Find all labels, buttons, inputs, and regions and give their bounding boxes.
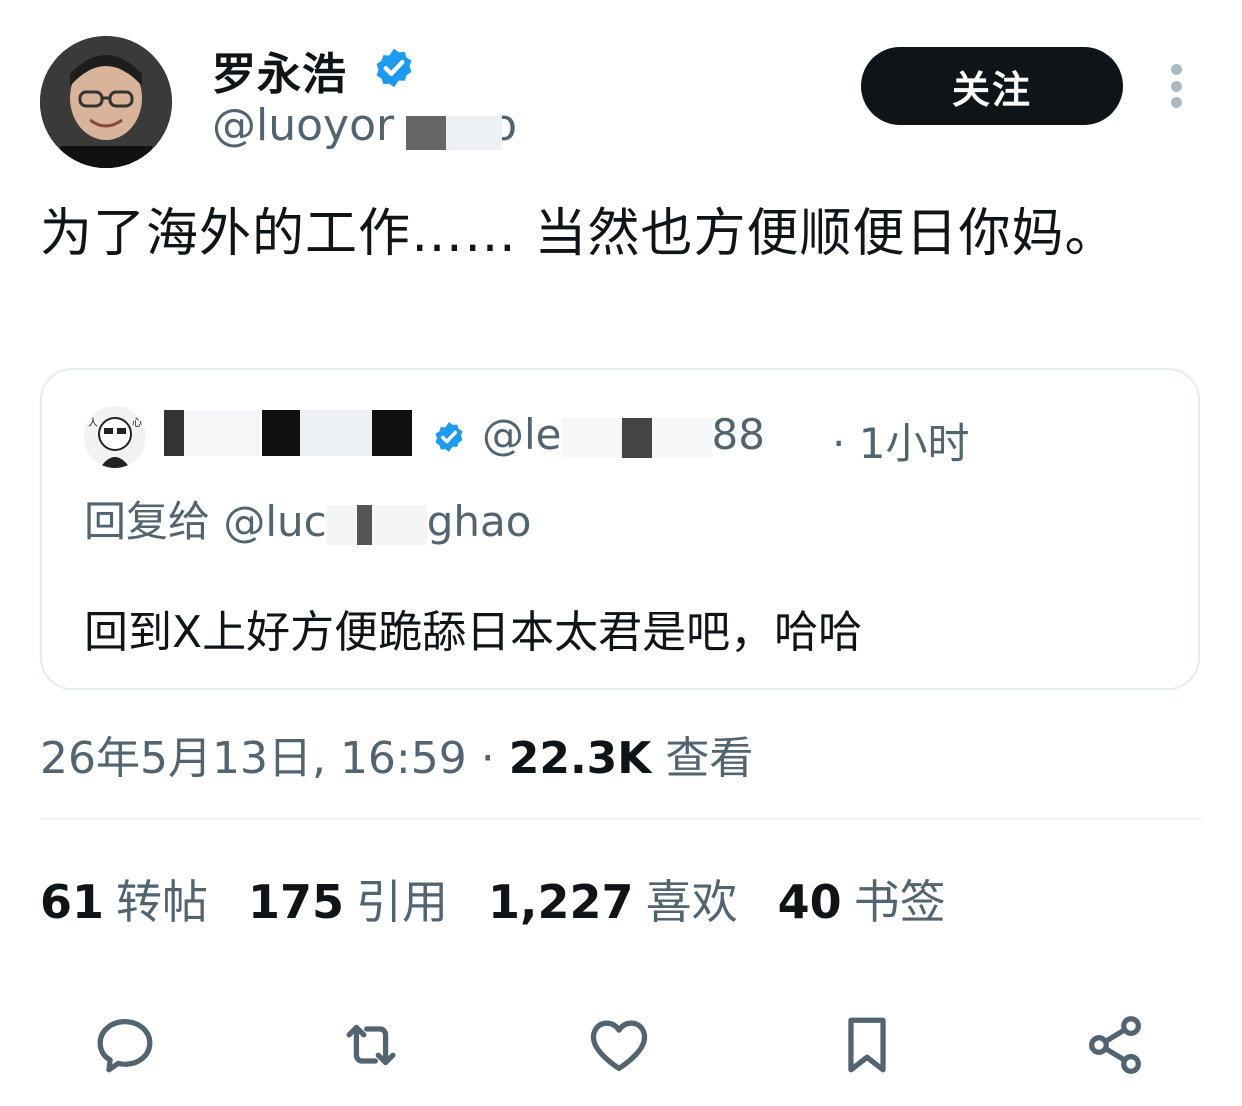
- quoted-author-handle[interactable]: @le 88: [482, 410, 765, 459]
- stat-retweets[interactable]: 61 转帖: [40, 866, 208, 932]
- more-vertical-icon[interactable]: [1168, 64, 1184, 108]
- redaction-block: [446, 116, 502, 150]
- stat-count: 1,227: [488, 875, 634, 929]
- verified-badge-icon: [435, 422, 463, 452]
- follow-button[interactable]: 关注: [861, 47, 1123, 125]
- author-avatar[interactable]: [40, 36, 172, 168]
- svg-text:人: 人: [88, 417, 98, 429]
- bookmark-icon[interactable]: [832, 1010, 902, 1080]
- reply-prefix: 回复给: [84, 497, 211, 546]
- quoted-handle-start: @le: [482, 410, 562, 459]
- action-bar: [0, 1010, 1242, 1080]
- share-icon[interactable]: [1080, 1010, 1150, 1080]
- stat-label: 喜欢: [645, 875, 738, 929]
- reply-handle-end[interactable]: ghao: [427, 497, 532, 546]
- engagement-stats: 61 转帖 175 引用 1,227 喜欢 40 书签: [40, 866, 946, 932]
- quoted-tweet-card[interactable]: 人 心 @le 88 · 1小时 回复给 @luc ghao 回到X上好方便跪舔日本…: [40, 368, 1200, 690]
- quoted-tweet-text: 回到X上好方便跪舔日本太君是吧，哈哈: [84, 607, 863, 658]
- redaction-block: [184, 410, 260, 456]
- author-display-name[interactable]: 罗永浩: [212, 38, 347, 102]
- quoted-author-avatar[interactable]: 人 心: [84, 406, 146, 468]
- redaction-block: [300, 410, 372, 456]
- stat-label: 引用: [356, 875, 449, 929]
- author-handle-text: @luoyor: [212, 100, 395, 151]
- quoted-time: · 1小时: [832, 410, 969, 471]
- views-label: 查看: [665, 733, 754, 784]
- separator-dot: ·: [832, 419, 846, 468]
- redaction-block: [262, 410, 300, 456]
- retweet-icon[interactable]: [336, 1010, 406, 1080]
- stat-label: 转帖: [116, 875, 209, 929]
- reply-handle-start[interactable]: @luc: [223, 497, 326, 546]
- divider: [40, 818, 1202, 820]
- redaction-block: [164, 410, 184, 456]
- quoted-handle-end: 88: [711, 410, 765, 459]
- heart-icon[interactable]: [584, 1010, 654, 1080]
- stat-count: 175: [248, 875, 345, 929]
- stat-count: 61: [40, 875, 105, 929]
- tweet-text: 为了海外的工作…… 当然也方便顺便日你妈。: [40, 204, 1118, 264]
- verified-badge-icon: [376, 48, 412, 88]
- quoted-time-ago: 1小时: [858, 419, 970, 468]
- tweet-timestamp[interactable]: 26年5月13日, 16:59: [40, 733, 467, 784]
- separator-dot: ·: [480, 733, 509, 784]
- stat-bookmarks[interactable]: 40 书签: [778, 866, 946, 932]
- stat-label: 书签: [853, 875, 946, 929]
- views-count: 22.3K: [508, 733, 652, 784]
- redaction-block: [372, 410, 412, 456]
- reply-to-line: 回复给 @luc ghao: [84, 488, 531, 549]
- stat-quotes[interactable]: 175 引用: [248, 866, 448, 932]
- svg-text:心: 心: [132, 417, 142, 429]
- reply-icon[interactable]: [90, 1010, 160, 1080]
- stat-likes[interactable]: 1,227 喜欢: [488, 866, 738, 932]
- stat-count: 40: [777, 875, 842, 929]
- tweet-meta: 26年5月13日, 16:59 · 22.3K 查看: [40, 722, 753, 786]
- redaction-block: [406, 116, 446, 150]
